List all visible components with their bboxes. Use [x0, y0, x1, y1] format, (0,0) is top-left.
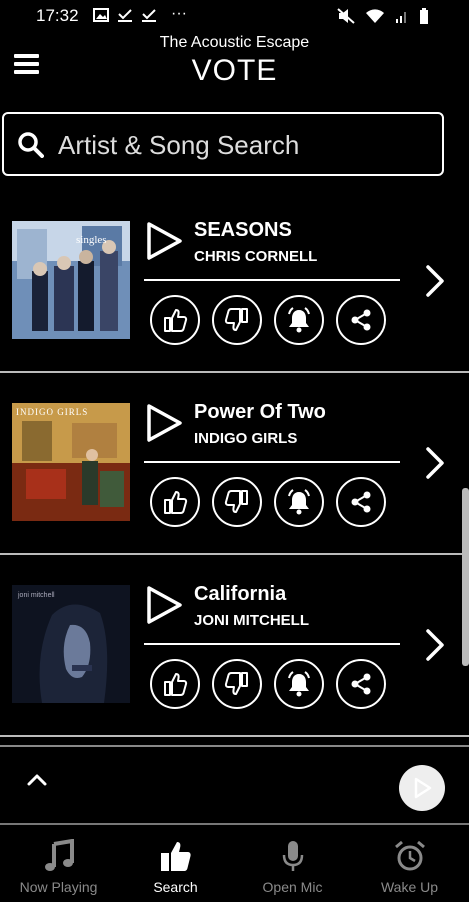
system-icons [337, 8, 429, 24]
play-icon[interactable] [144, 585, 184, 625]
status-bar: 17:32 ··· [0, 0, 469, 32]
battery-icon [420, 8, 428, 24]
tab-label: Wake Up [380, 879, 439, 895]
song-item[interactable]: joni mitchell California JONI MITCHELL [0, 583, 469, 767]
tab-label: Open Mic [262, 879, 323, 895]
play-icon[interactable] [144, 221, 184, 261]
upvote-button[interactable] [150, 295, 200, 345]
chevron-right-icon[interactable] [420, 625, 448, 665]
share-button[interactable] [336, 295, 386, 345]
wifi-icon [366, 9, 384, 23]
tab-label: Now Playing [19, 879, 98, 895]
mini-play-button[interactable] [399, 765, 445, 811]
scrollbar-thumb[interactable] [462, 488, 469, 666]
chevron-right-icon[interactable] [420, 261, 448, 301]
thumbs-down-icon [224, 672, 248, 695]
share-icon [351, 491, 371, 513]
divider [144, 643, 400, 645]
album-cover-text: singles [76, 234, 107, 246]
album-cover-text: joni mitchell [17, 592, 55, 599]
downvote-button[interactable] [212, 477, 262, 527]
song-item[interactable]: INDIGO GIRLS Power Of Two INDIGO GIRLS [0, 401, 469, 585]
divider [144, 461, 400, 463]
thumbs-down-icon [224, 308, 248, 331]
tab-now-playing[interactable]: Now Playing [0, 825, 117, 902]
signal-icon [396, 12, 406, 23]
album-cover: joni mitchell [12, 585, 130, 703]
alert-button[interactable] [274, 477, 324, 527]
upvote-button[interactable] [150, 477, 200, 527]
song-title: SEASONS [194, 219, 292, 241]
app-header: The Acoustic Escape VOTE [0, 30, 469, 100]
share-button[interactable] [336, 477, 386, 527]
status-time: 17:32 [36, 6, 79, 25]
bell-icon [288, 489, 310, 515]
bell-icon [288, 307, 310, 333]
album-cover: singles [12, 221, 130, 339]
thumbs-down-icon [224, 490, 248, 513]
thumbs-up-icon [164, 673, 188, 696]
song-separator [0, 735, 469, 737]
bell-icon [288, 671, 310, 697]
search-input[interactable] [56, 120, 440, 170]
chevron-right-icon[interactable] [420, 443, 448, 483]
alert-button[interactable] [274, 659, 324, 709]
download-done-icon [142, 9, 156, 22]
thumbs-up-icon [160, 842, 191, 871]
song-artist: JONI MITCHELL [194, 612, 309, 629]
alert-button[interactable] [274, 295, 324, 345]
upvote-button[interactable] [150, 659, 200, 709]
chevron-up-icon[interactable] [24, 771, 50, 789]
bottom-nav: Now Playing Search Open Mic Wake Up [0, 823, 469, 900]
song-separator [0, 371, 469, 373]
mute-icon [337, 8, 355, 24]
downvote-button[interactable] [212, 659, 262, 709]
mini-player [0, 745, 469, 823]
alarm-clock-icon [394, 840, 425, 871]
station-name: The Acoustic Escape [159, 34, 310, 51]
song-actions [150, 477, 386, 527]
tab-search[interactable]: Search [117, 825, 234, 902]
image-icon [93, 8, 109, 22]
song-actions [150, 659, 386, 709]
share-button[interactable] [336, 659, 386, 709]
microphone-icon [282, 841, 303, 871]
share-icon [351, 309, 371, 331]
notification-icons: ··· [93, 5, 187, 22]
share-icon [351, 673, 371, 695]
search-box[interactable] [2, 112, 444, 176]
song-item[interactable]: singles SEASONS CHRIS CORNELL [0, 219, 469, 403]
tab-label: Search [153, 879, 198, 895]
song-title: California [194, 583, 287, 605]
play-icon[interactable] [144, 403, 184, 443]
thumbs-up-icon [164, 309, 188, 332]
download-done-icon [118, 9, 132, 22]
tab-wake-up[interactable]: Wake Up [351, 825, 468, 902]
search-icon [18, 132, 44, 158]
song-actions [150, 295, 386, 345]
divider [144, 279, 400, 281]
song-title: Power Of Two [194, 401, 326, 423]
song-artist: CHRIS CORNELL [194, 248, 318, 265]
downvote-button[interactable] [212, 295, 262, 345]
music-note-icon [44, 839, 74, 871]
thumbs-up-icon [164, 491, 188, 514]
tab-open-mic[interactable]: Open Mic [234, 825, 351, 902]
page-title: VOTE [191, 54, 278, 87]
play-icon [414, 777, 432, 799]
song-separator [0, 553, 469, 555]
song-artist: INDIGO GIRLS [194, 430, 298, 447]
album-cover: INDIGO GIRLS [12, 403, 130, 521]
more-notifications-icon: ··· [171, 5, 187, 22]
album-cover-text: INDIGO GIRLS [16, 407, 88, 417]
